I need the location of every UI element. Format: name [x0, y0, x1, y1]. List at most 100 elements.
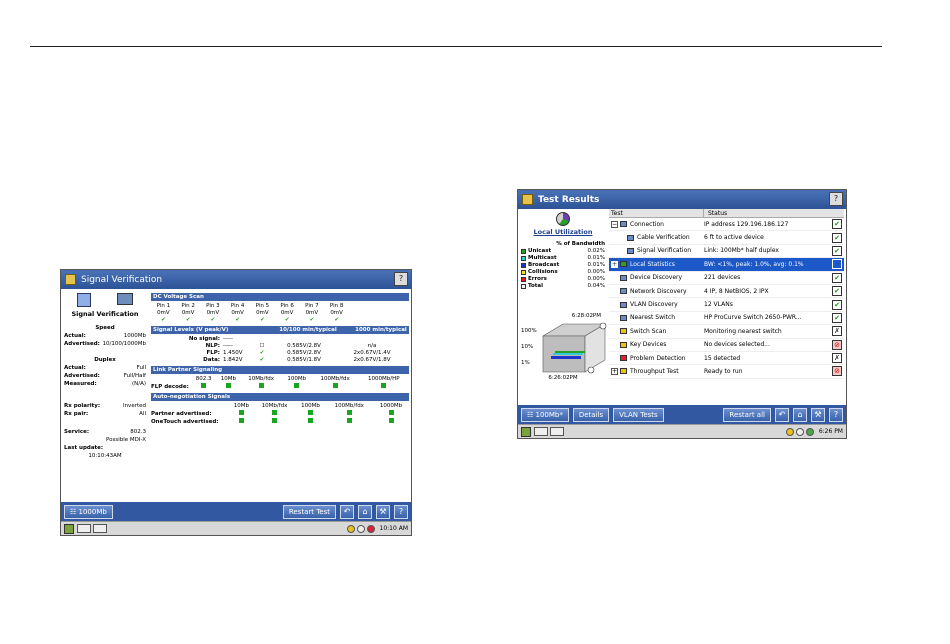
rx-polarity-label: Rx polarity:	[64, 403, 101, 409]
tools-icon[interactable]: ⚒	[811, 407, 825, 422]
utilization-icon	[556, 212, 570, 226]
details-panel: DC Voltage Scan Pin 1 Pin 2 Pin 3 Pin 4 …	[151, 291, 409, 502]
panel-title: Local Utilization	[533, 228, 593, 236]
test-status: BW: <1%, peak: 1.0%, avg: 0.1%	[704, 260, 804, 268]
speed-button[interactable]: ☷ 100Mb*	[521, 407, 569, 422]
app-icon[interactable]	[522, 194, 533, 205]
speed-button-label: 100Mb*	[535, 410, 563, 419]
pass-check-icon: ✔	[832, 232, 842, 243]
keyboard-icon[interactable]	[534, 427, 548, 436]
test-name: Connection	[630, 220, 664, 228]
indicator-icon	[307, 418, 313, 423]
expand-icon[interactable]: +	[611, 367, 618, 375]
pin-label: Pin 7	[305, 303, 319, 309]
link-status-icon	[785, 427, 794, 436]
pass-check-icon: ✔	[832, 245, 842, 256]
test-name: Cable Verification	[637, 234, 690, 242]
expand-icon[interactable]: −	[611, 220, 618, 228]
col-test-header[interactable]: Test	[609, 209, 704, 217]
duplex-actual-label: Actual:	[64, 365, 86, 371]
power-icon	[805, 427, 814, 436]
test-row[interactable]: Network Discovery 4 IP, 8 NetBIOS, 2 IPX…	[609, 285, 844, 299]
test-row[interactable]: Nearest Switch HP ProCurve Switch 2650-P…	[609, 312, 844, 326]
link-partner-heading: Link Partner Signaling	[151, 366, 409, 374]
signal-icon	[627, 247, 634, 254]
help-icon[interactable]: ?	[394, 272, 408, 286]
autoneg-heading: Auto-negotiation Signals	[151, 393, 409, 401]
legend-name: Broadcast	[528, 262, 560, 268]
y-label: 1%	[521, 360, 530, 366]
test-row[interactable]: Key Devices No devices selected... ⊘	[609, 339, 844, 352]
details-button[interactable]: Details	[572, 407, 610, 422]
restart-all-button[interactable]: Restart all	[723, 407, 771, 422]
pass-check-icon: ✔	[235, 317, 240, 323]
pin-label: Pin 1	[156, 303, 171, 309]
button-bar: ☷ 1000Mb Restart Test ↶ ⌂ ⚒ ?	[61, 502, 411, 521]
start-icon[interactable]	[521, 426, 531, 437]
duplex-measured-label: Measured:	[64, 381, 97, 387]
alert-icon	[366, 524, 375, 533]
problem-icon	[620, 355, 627, 362]
restart-test-button[interactable]: Restart Test	[282, 504, 336, 519]
level-range-1000: 2x0.67V/1.8V	[353, 357, 391, 363]
battery-icon	[795, 427, 804, 436]
test-row[interactable]: Cable Verification 6 ft to active device…	[609, 231, 844, 245]
level-value: -----	[223, 336, 233, 342]
pin-label: Pin 4	[230, 303, 245, 309]
indicator-icon	[346, 418, 352, 423]
test-row[interactable]: VLAN Discovery 12 VLANs ✔	[609, 298, 844, 312]
pass-check-icon: ✔	[309, 317, 315, 323]
statistics-icon	[620, 261, 627, 268]
home-icon[interactable]: ⌂	[358, 504, 372, 519]
dc-voltage-heading: DC Voltage Scan	[151, 293, 409, 301]
test-row[interactable]: Signal Verification Link: 100Mb* half du…	[609, 245, 844, 259]
app-icon[interactable]	[65, 274, 76, 285]
panel-title: Signal Verification	[71, 310, 139, 318]
home-icon[interactable]: ⌂	[793, 407, 807, 422]
autoneg-row-label: OneTouch advertised:	[151, 418, 219, 425]
level-range: 0.585V/1.8V	[287, 357, 321, 363]
pin-voltage: 0mV	[231, 310, 244, 316]
device-icon	[117, 293, 133, 305]
test-status: No devices selected...	[704, 341, 770, 349]
link-status-icon	[346, 524, 355, 533]
col-status-header[interactable]: Status	[704, 209, 727, 217]
window-icon[interactable]	[550, 427, 564, 436]
vlan-tests-button[interactable]: VLAN Tests	[613, 407, 664, 422]
speed-button[interactable]: ☷ 1000Mb	[64, 504, 113, 519]
signal-levels-col2: 10/100 min/typical	[279, 327, 337, 333]
back-icon[interactable]: ↶	[775, 407, 789, 422]
test-list: Test Status − Connection IP address 129.1…	[609, 209, 844, 405]
tools-icon[interactable]: ⚒	[376, 504, 390, 519]
test-row[interactable]: Problem Detection 15 detected ✗	[609, 352, 844, 366]
back-icon[interactable]: ↶	[340, 504, 354, 519]
start-icon[interactable]	[64, 523, 74, 534]
pin-voltage: 0mV	[305, 310, 319, 316]
test-row-selected[interactable]: + Local Statistics BW: <1%, peak: 1.0%, a…	[609, 258, 844, 272]
dc-voltage-table: Pin 1 Pin 2 Pin 3 Pin 4 Pin 5 Pin 6 Pin …	[151, 303, 409, 324]
indicator-icon	[201, 383, 207, 388]
list-header: Test Status	[609, 209, 844, 218]
test-status: 15 detected	[704, 354, 741, 362]
indicator-icon	[238, 410, 244, 415]
indicator-icon	[388, 410, 394, 415]
not-run-icon: ⊘	[832, 366, 842, 377]
pin-label: Pin 8	[329, 303, 344, 309]
help-button-icon[interactable]: ?	[394, 504, 408, 519]
test-row[interactable]: Device Discovery 221 devices ✔	[609, 272, 844, 285]
help-icon[interactable]: ?	[829, 192, 843, 206]
expand-icon[interactable]: +	[611, 260, 618, 268]
test-row[interactable]: Switch Scan Monitoring nearest switch ✗	[609, 325, 844, 339]
utilization-panel: Local Utilization % of Bandwidth Unicast…	[518, 209, 608, 405]
window-icon[interactable]	[93, 524, 107, 533]
test-name: VLAN Discovery	[630, 301, 678, 309]
help-button-icon[interactable]: ?	[829, 407, 843, 422]
test-row[interactable]: + Throughput Test Ready to run ⊘	[609, 365, 844, 379]
keyboard-icon[interactable]	[77, 524, 91, 533]
legend-row: Broadcast 0.01%	[521, 262, 605, 269]
legend-name: Collisions	[528, 269, 558, 275]
test-row[interactable]: − Connection IP address 129.196.186.127 ✔	[609, 218, 844, 232]
legend-row: Multicast 0.01%	[521, 255, 605, 262]
legend-swatch	[521, 284, 526, 289]
pin-voltage: 0mV	[256, 310, 269, 316]
